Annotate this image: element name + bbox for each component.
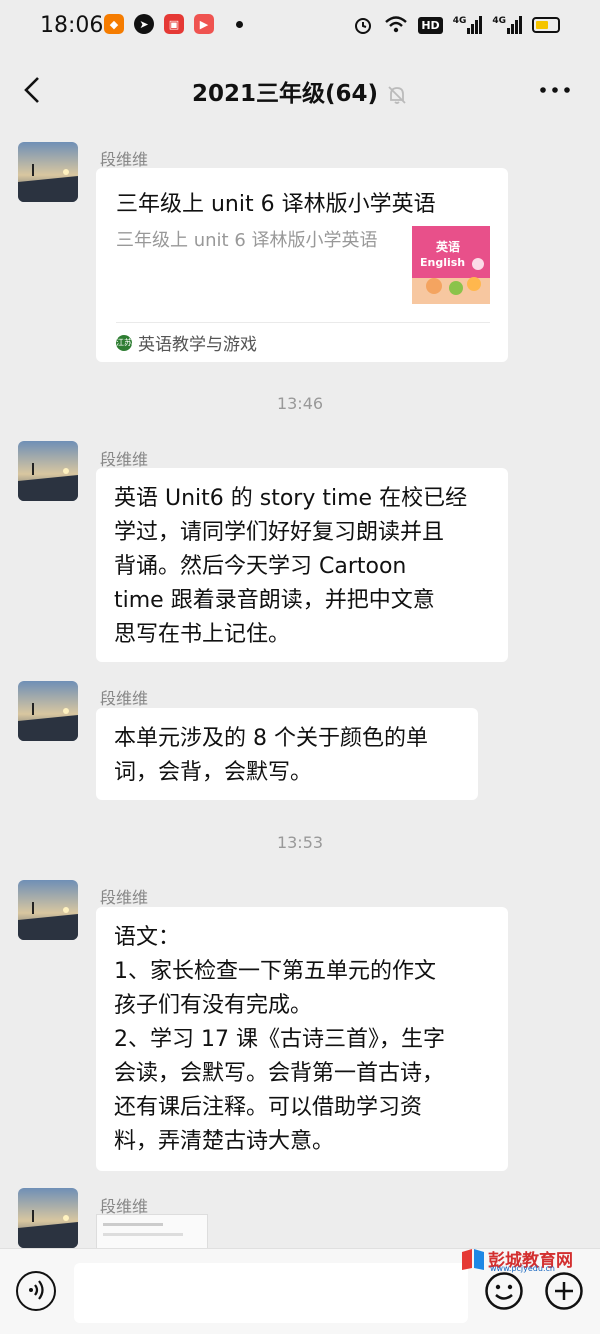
watermark: 彭城教育网 www.pcjyedu.cn [460, 1244, 600, 1274]
signal-label: 4G [452, 16, 467, 26]
sender-avatar[interactable] [18, 1188, 78, 1248]
battery-icon [532, 17, 560, 33]
card-title: 三年级上 unit 6 译林版小学英语 [116, 192, 436, 217]
sender-name: 段维维 [100, 450, 149, 469]
card-source: 江苏 英语教学与游戏 [116, 330, 257, 355]
muted-bell-icon [388, 85, 406, 104]
sender-name: 段维维 [100, 150, 149, 169]
status-bar: 18:06 ◆ ➤ ▣ ▶ HD 4G 4G [0, 0, 600, 52]
message-bubble[interactable]: 英语 Unit6 的 story time 在校已经 学过，请同学们好好复习朗读… [96, 468, 508, 662]
sender-name: 段维维 [100, 689, 149, 708]
timestamp: 13:46 [276, 394, 324, 413]
message-line: 1、家长检查一下第五单元的作文 [114, 959, 436, 984]
alarm-icon [355, 18, 372, 34]
message-line: 还有课后注释。可以借助学习资 [114, 1095, 423, 1120]
emoji-icon[interactable] [484, 1271, 524, 1311]
message-line: 语文： [114, 925, 181, 950]
card-divider [116, 322, 490, 323]
source-logo-icon: 江苏 [116, 334, 132, 351]
video-app-icon: ▶ [194, 14, 214, 34]
message-input[interactable] [74, 1263, 468, 1323]
card-source-name: 英语教学与游戏 [138, 335, 257, 355]
status-time: 18:06 [40, 13, 104, 38]
chat-title-wrap: 2021三年级(64) [0, 74, 600, 108]
news-app-icon: ▣ [164, 14, 184, 34]
more-notifications-dot [236, 20, 243, 28]
thumb-title-en: English [420, 256, 466, 269]
message-line: time 跟着录音朗读，并把中文意 [114, 588, 435, 613]
message-line: 学过，请同学们好好复习朗读并且 [114, 520, 445, 545]
navigation-app-icon: ➤ [134, 14, 154, 34]
card-thumbnail: 英语 English [412, 226, 490, 304]
message-line: 2、学习 17 课《古诗三首》，生字 [114, 1027, 445, 1052]
image-message[interactable] [96, 1214, 208, 1249]
chat-header: 2021三年级(64) [0, 52, 600, 128]
voice-input-icon[interactable] [16, 1271, 56, 1311]
message-line: 词，会背，会默写。 [114, 760, 313, 785]
message-line: 思写在书上记住。 [114, 622, 291, 647]
image-content-line [103, 1223, 163, 1226]
message-line: 料，弄清楚古诗大意。 [114, 1129, 335, 1154]
signal-icon: 4G [492, 16, 522, 34]
wifi-icon [385, 16, 408, 33]
notification-icons: ◆ ➤ ▣ ▶ [104, 14, 243, 34]
message-line: 会读，会默写。会背第一首古诗， [114, 1061, 445, 1086]
image-content-line [103, 1233, 183, 1236]
sender-avatar[interactable] [18, 441, 78, 501]
system-icons: HD 4G 4G [352, 14, 560, 36]
message-bubble[interactable]: 语文： 1、家长检查一下第五单元的作文 孩子们有没有完成。 2、学习 17 课《… [96, 907, 508, 1171]
message-bubble[interactable]: 本单元涉及的 8 个关于颜色的单 词，会背，会默写。 [96, 708, 478, 800]
message-line: 本单元涉及的 8 个关于颜色的单 [114, 726, 428, 751]
watermark-url: www.pcjyedu.cn [490, 1264, 555, 1273]
thumb-title-cn: 英语 [436, 240, 461, 254]
book-logo-icon [462, 1249, 484, 1270]
plus-icon[interactable] [544, 1271, 584, 1311]
signal-label: 4G [492, 16, 506, 26]
message-line: 背诵。然后今天学习 Cartoon [114, 554, 407, 579]
more-options-icon[interactable] [538, 80, 572, 100]
card-description: 三年级上 unit 6 译林版小学英语 [116, 230, 378, 251]
timestamp: 13:53 [276, 833, 324, 852]
sender-avatar[interactable] [18, 681, 78, 741]
hd-badge: HD [418, 16, 443, 34]
signal-icon: 4G [453, 16, 483, 34]
message-line: 英语 Unit6 的 story time 在校已经 [114, 486, 468, 511]
chat-title: 2021三年级(64) [191, 81, 379, 107]
app-notification-icon: ◆ [104, 14, 124, 34]
sender-avatar[interactable] [18, 880, 78, 940]
link-card[interactable]: 三年级上 unit 6 译林版小学英语 三年级上 unit 6 译林版小学英语 … [96, 168, 508, 362]
sender-avatar[interactable] [18, 142, 78, 202]
message-line: 孩子们有没有完成。 [114, 993, 313, 1018]
sender-name: 段维维 [100, 888, 149, 907]
